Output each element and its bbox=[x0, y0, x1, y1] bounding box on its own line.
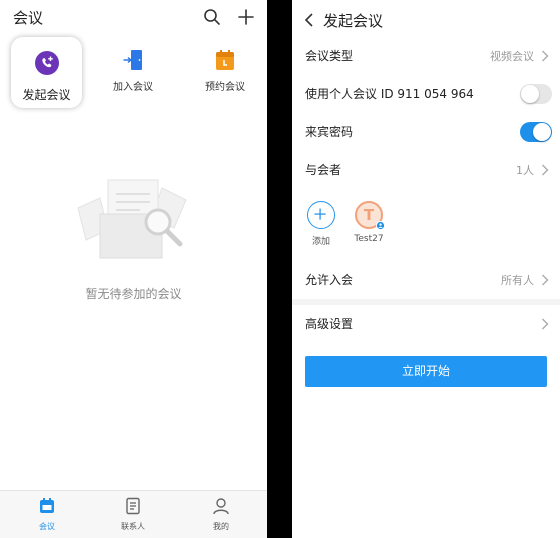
avatar: T bbox=[355, 201, 385, 230]
add-circle bbox=[307, 201, 335, 229]
tab-contacts[interactable]: 联系人 bbox=[103, 497, 163, 532]
chevron-right-icon bbox=[542, 50, 549, 62]
person-icon bbox=[213, 498, 229, 515]
calendar-tab-icon bbox=[40, 498, 54, 513]
start-meeting-button[interactable]: 发起会议 bbox=[11, 37, 82, 108]
header: 会议 bbox=[0, 0, 267, 34]
plus-icon bbox=[314, 208, 326, 220]
chevron-right-icon bbox=[542, 318, 549, 330]
tab-meetings-label: 会议 bbox=[39, 522, 55, 531]
meeting-type-value: 视频会议 bbox=[490, 50, 534, 63]
page-title: 会议 bbox=[13, 9, 44, 27]
join-meeting-button[interactable]: 加入会议 bbox=[93, 38, 173, 108]
meeting-type-label: 会议类型 bbox=[305, 49, 354, 63]
advanced-settings-row[interactable]: 高级设置 bbox=[292, 305, 560, 343]
contacts-icon bbox=[126, 497, 140, 515]
schedule-meeting-label: 预约会议 bbox=[205, 82, 245, 93]
start-now-button[interactable]: 立即开始 bbox=[305, 356, 547, 387]
plus-icon[interactable] bbox=[237, 8, 255, 26]
start-meeting-screen: 发起会议 会议类型 视频会议 使用个人会议 ID 911 054 964 来宾密… bbox=[292, 0, 560, 538]
meeting-type-row[interactable]: 会议类型 视频会议 bbox=[292, 37, 560, 75]
personal-id-toggle[interactable] bbox=[520, 84, 552, 104]
bottom-tab-bar: 会议 联系人 我的 bbox=[0, 490, 267, 538]
add-participant-button[interactable]: 添加 bbox=[301, 201, 341, 247]
door-enter-icon bbox=[123, 50, 142, 70]
tab-contacts-label: 联系人 bbox=[121, 522, 145, 531]
toggle-knob bbox=[533, 123, 551, 141]
join-meeting-label: 加入会议 bbox=[113, 82, 153, 93]
header: 发起会议 bbox=[292, 0, 560, 40]
add-participant-label: 添加 bbox=[311, 237, 330, 247]
allow-join-value: 所有人 bbox=[501, 274, 534, 287]
tab-me-label: 我的 bbox=[213, 522, 229, 531]
page-title: 发起会议 bbox=[323, 12, 384, 30]
calendar-icon bbox=[216, 50, 234, 70]
allow-join-label: 允许入会 bbox=[305, 273, 354, 287]
back-arrow-icon[interactable] bbox=[303, 12, 315, 28]
chevron-right-icon bbox=[542, 274, 549, 286]
guest-password-row: 来宾密码 bbox=[292, 113, 560, 151]
toggle-knob bbox=[521, 85, 539, 103]
participants-row[interactable]: 与会者 1人 bbox=[292, 151, 560, 189]
participant-avatar[interactable]: T Test27 bbox=[349, 201, 389, 244]
phone-plus-icon bbox=[35, 51, 59, 75]
participants-count: 1人 bbox=[516, 164, 534, 177]
guest-password-toggle[interactable] bbox=[520, 122, 552, 142]
meetings-screen: 会议 发起会议 加入会议 预约会议 暂无待参加的会议 会议 联系人 我的 bbox=[0, 0, 267, 538]
advanced-settings-label: 高级设置 bbox=[305, 317, 354, 331]
personal-id-label: 使用个人会议 ID 911 054 964 bbox=[305, 87, 474, 101]
tab-me[interactable]: 我的 bbox=[191, 497, 251, 532]
allow-join-row[interactable]: 允许入会 所有人 bbox=[292, 261, 560, 299]
chevron-right-icon bbox=[542, 164, 549, 176]
guest-password-label: 来宾密码 bbox=[305, 125, 354, 139]
empty-state-text: 暂无待参加的会议 bbox=[85, 287, 182, 301]
tab-meetings[interactable]: 会议 bbox=[17, 497, 77, 532]
search-icon[interactable] bbox=[203, 8, 221, 26]
personal-id-row: 使用个人会议 ID 911 054 964 bbox=[292, 75, 560, 113]
participants-label: 与会者 bbox=[305, 163, 342, 177]
host-badge-icon bbox=[376, 221, 385, 230]
schedule-meeting-button[interactable]: 预约会议 bbox=[185, 38, 265, 108]
empty-documents-illustration bbox=[77, 179, 187, 259]
start-meeting-label: 发起会议 bbox=[22, 88, 71, 102]
participant-name: Test27 bbox=[354, 234, 384, 244]
